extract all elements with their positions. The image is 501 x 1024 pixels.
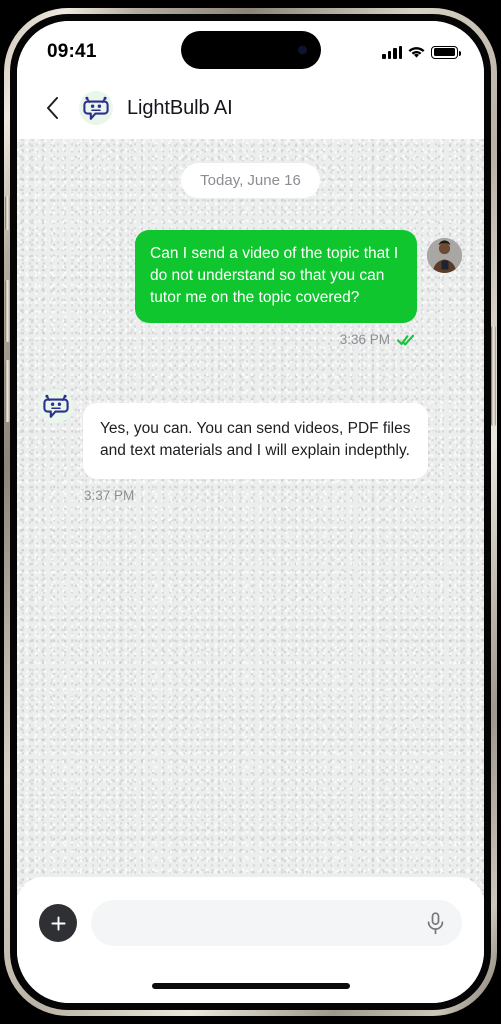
chat-message-area[interactable]: Today, June 16 Can I send a video of the… bbox=[17, 139, 484, 899]
message-bubble-incoming[interactable]: Yes, you can. You can send videos, PDF f… bbox=[83, 403, 428, 479]
page-title: LightBulb AI bbox=[127, 96, 233, 119]
double-check-icon bbox=[397, 334, 414, 345]
attach-button[interactable] bbox=[39, 904, 77, 942]
message-bot-avatar[interactable] bbox=[39, 389, 73, 423]
status-bar-time: 09:41 bbox=[47, 41, 97, 62]
power-button[interactable] bbox=[491, 326, 496, 426]
avatar-photo-illustration bbox=[427, 238, 462, 273]
chat-scroll-container[interactable]: Today, June 16 Can I send a video of the… bbox=[17, 139, 484, 899]
message-row-outgoing: Can I send a video of the topic that I d… bbox=[39, 230, 462, 323]
phone-screen: 09:41 LightBulb AI Today, June 16 Can I … bbox=[17, 21, 484, 1003]
phone-device-frame: 09:41 LightBulb AI Today, June 16 Can I … bbox=[4, 8, 497, 1016]
chevron-left-icon bbox=[46, 97, 58, 119]
message-row-incoming: Yes, you can. You can send videos, PDF f… bbox=[39, 389, 462, 479]
date-divider-label: Today, June 16 bbox=[181, 163, 320, 198]
mic-button[interactable] bbox=[422, 910, 448, 936]
message-bubble-outgoing[interactable]: Can I send a video of the topic that I d… bbox=[135, 230, 417, 323]
bot-avatar-icon bbox=[43, 394, 69, 418]
header-bot-avatar[interactable] bbox=[79, 91, 113, 125]
action-button[interactable] bbox=[5, 196, 10, 230]
volume-down-button[interactable] bbox=[5, 360, 10, 422]
message-input[interactable] bbox=[109, 914, 414, 932]
status-bar-icons bbox=[382, 40, 461, 59]
message-timestamp: 3:36 PM bbox=[339, 332, 390, 347]
plus-icon bbox=[50, 915, 66, 931]
user-photo-avatar[interactable] bbox=[427, 238, 462, 273]
dynamic-island bbox=[180, 31, 321, 69]
chat-header: LightBulb AI bbox=[17, 77, 484, 139]
message-meta-incoming: 3:37 PM bbox=[84, 487, 135, 503]
phone-bezel: 09:41 LightBulb AI Today, June 16 Can I … bbox=[10, 14, 491, 1010]
back-button[interactable] bbox=[39, 92, 65, 124]
home-indicator-bar[interactable] bbox=[151, 983, 350, 989]
front-camera-lens bbox=[297, 45, 307, 55]
home-indicator-area bbox=[17, 969, 484, 1003]
message-composer-bar bbox=[17, 877, 484, 969]
message-input-wrapper[interactable] bbox=[91, 900, 462, 946]
battery-full-icon bbox=[431, 45, 461, 59]
wifi-icon bbox=[408, 46, 425, 58]
bot-avatar-icon bbox=[83, 96, 109, 120]
date-divider: Today, June 16 bbox=[39, 163, 462, 198]
cellular-signal-icon bbox=[382, 45, 402, 59]
microphone-icon bbox=[427, 911, 443, 934]
status-bar: 09:41 bbox=[17, 21, 484, 77]
volume-up-button[interactable] bbox=[5, 280, 10, 342]
message-meta-outgoing: 3:36 PM bbox=[39, 332, 414, 347]
